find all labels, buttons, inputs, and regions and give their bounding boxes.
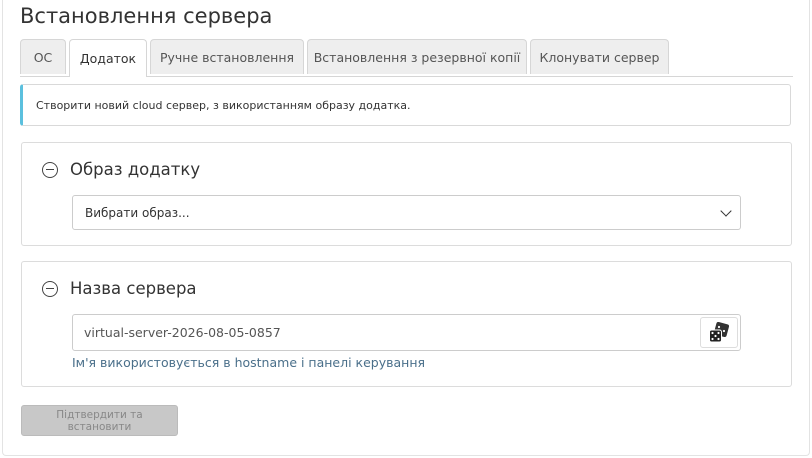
app-image-select[interactable]: Вибрати образ... <box>72 195 741 230</box>
app-image-panel-title: Образ додатку <box>70 160 201 179</box>
circle-minus-icon[interactable] <box>42 280 58 297</box>
random-name-button[interactable] <box>700 317 738 348</box>
chevron-down-icon <box>720 205 732 217</box>
tab-backup-install[interactable]: Встановлення з резервної копії <box>307 39 527 74</box>
tab-app[interactable]: Додаток <box>69 39 147 77</box>
app-image-panel-header[interactable]: Образ додатку <box>42 160 200 179</box>
app-image-select-value: Вибрати образ... <box>85 205 190 220</box>
server-name-help: Ім'я використовується в hostname і панел… <box>72 355 426 370</box>
app-image-panel: Образ додатку Вибрати образ... <box>21 142 792 246</box>
tab-clone-server[interactable]: Клонувати сервер <box>530 39 669 74</box>
circle-minus-icon[interactable] <box>42 161 58 178</box>
info-alert: Створити новий cloud сервер, з використа… <box>20 84 791 126</box>
server-name-field <box>72 314 741 351</box>
server-name-panel: Назва сервера Ім'я використовується в ho… <box>21 261 792 387</box>
tab-os[interactable]: ОС <box>20 39 66 74</box>
confirm-install-button[interactable]: Підтвердити та встановити <box>21 405 178 436</box>
info-alert-text: Створити новий cloud сервер, з використа… <box>36 98 411 112</box>
tab-manual-install[interactable]: Ручне встановлення <box>150 39 304 74</box>
page-title: Встановлення сервера <box>20 4 273 28</box>
server-name-input[interactable] <box>73 315 693 350</box>
install-tabs: ОС Додаток Ручне встановлення Встановлен… <box>20 39 793 77</box>
server-name-panel-header[interactable]: Назва сервера <box>42 279 197 298</box>
dice-icon <box>709 321 730 342</box>
server-name-panel-title: Назва сервера <box>70 279 197 298</box>
